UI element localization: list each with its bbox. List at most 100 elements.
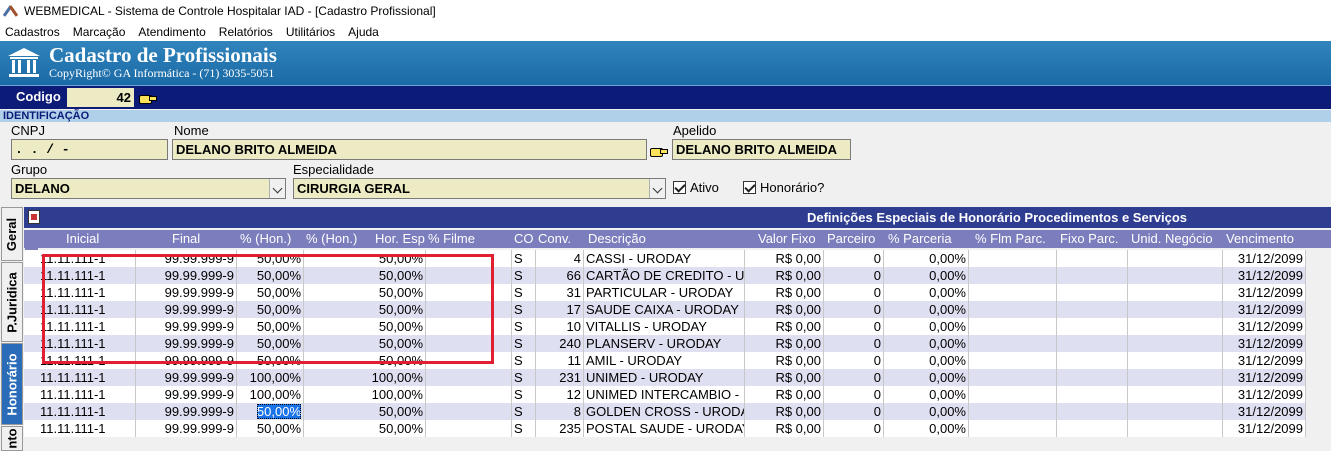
cell-conv[interactable]: 10 [536,318,584,335]
cell-flm[interactable] [969,369,1057,386]
cell-fixo[interactable] [1057,250,1128,267]
cell-descricao[interactable]: AMIL - URODAY [584,352,745,369]
menu-atendimento[interactable]: Atendimento [138,25,205,39]
cell-conv[interactable]: 235 [536,420,584,437]
cell-fixo[interactable] [1057,386,1128,403]
cell-vencimento[interactable]: 31/12/2099 [1223,301,1306,318]
cell-co[interactable]: S [512,267,536,284]
cell-vencimento[interactable]: 31/12/2099 [1223,267,1306,284]
cell-parceria[interactable]: 0,00% [884,352,969,369]
cell-hon1[interactable]: 50,00% [237,420,304,437]
cell-inicial[interactable]: 11.11.111-1 [38,386,136,403]
cell-parceiro[interactable]: 0 [824,352,884,369]
cell-unid[interactable] [1128,420,1223,437]
cell-flm[interactable] [969,335,1057,352]
cell-valor-fixo[interactable]: R$ 0,00 [745,352,824,369]
cell-conv[interactable]: 17 [536,301,584,318]
cell-valor-fixo[interactable]: R$ 0,00 [745,284,824,301]
cell-inicial[interactable]: 11.11.111-1 [38,420,136,437]
cell-parceria[interactable]: 0,00% [884,403,969,420]
cell-unid[interactable] [1128,386,1223,403]
col-descricao[interactable]: Descrição [588,231,646,246]
cell-fixo[interactable] [1057,403,1128,420]
cell-final[interactable]: 99.99.999-9 [136,403,237,420]
ativo-checkbox[interactable]: Ativo [673,180,719,195]
cell-hon2[interactable]: 100,00% [304,369,426,386]
cell-valor-fixo[interactable]: R$ 0,00 [745,386,824,403]
table-row[interactable]: 11.11.111-1 99.99.999-9 100,00% 100,00% S 12 U… [24,386,1306,403]
cell-final[interactable]: 99.99.999-9 [136,420,237,437]
cell-vencimento[interactable]: 31/12/2099 [1223,284,1306,301]
cell-descricao[interactable]: UNIMED - URODAY [584,369,745,386]
cell-filme[interactable] [426,403,512,420]
cell-hon2[interactable]: 50,00% [304,403,426,420]
col-hor-esp[interactable]: Hor. Esp [375,231,426,246]
col-valor-fixo[interactable]: Valor Fixo [758,231,816,246]
tab-honorario[interactable]: Honorário [1,343,23,425]
cell-flm[interactable] [969,250,1057,267]
chevron-down-icon[interactable] [649,179,665,198]
nome-field[interactable]: DELANO BRITO ALMEIDA [172,139,647,160]
selected-cell[interactable]: 50,00% [256,404,301,419]
cell-co[interactable]: S [512,250,536,267]
table-row[interactable]: 11.11.111-1 99.99.999-9 50,00% 50,00% S 8 GOLD… [24,403,1306,420]
cell-conv[interactable]: 12 [536,386,584,403]
cell-descricao[interactable]: PLANSERV - URODAY [584,335,745,352]
col-fixo-parc[interactable]: Fixo Parc. [1060,231,1119,246]
cell-descricao[interactable]: VITALLIS - URODAY [584,318,745,335]
cell-filme[interactable] [426,369,512,386]
grupo-select[interactable]: DELANO [11,178,286,199]
tab-nto[interactable]: nto [1,426,23,451]
cell-valor-fixo[interactable]: R$ 0,00 [745,420,824,437]
cell-unid[interactable] [1128,301,1223,318]
cell-conv[interactable]: 4 [536,250,584,267]
cell-vencimento[interactable]: 31/12/2099 [1223,352,1306,369]
cell-inicial[interactable]: 11.11.111-1 [38,369,136,386]
cell-fixo[interactable] [1057,369,1128,386]
cell-unid[interactable] [1128,250,1223,267]
cell-valor-fixo[interactable]: R$ 0,00 [745,335,824,352]
cell-vencimento[interactable]: 31/12/2099 [1223,386,1306,403]
cell-flm[interactable] [969,301,1057,318]
col-conv[interactable]: Conv. [538,231,571,246]
cell-co[interactable]: S [512,403,536,420]
cell-descricao[interactable]: PARTICULAR - URODAY [584,284,745,301]
col-hon1[interactable]: % (Hon.) [240,231,291,246]
cell-final[interactable]: 99.99.999-9 [136,386,237,403]
cell-fixo[interactable] [1057,352,1128,369]
cell-descricao[interactable]: CARTÃO DE CREDITO - U [584,267,745,284]
cell-parceiro[interactable]: 0 [824,386,884,403]
cell-unid[interactable] [1128,403,1223,420]
cell-flm[interactable] [969,318,1057,335]
checkbox-checked-icon[interactable] [673,181,686,194]
cell-hon1[interactable]: 100,00% [237,386,304,403]
cell-conv[interactable]: 240 [536,335,584,352]
cell-conv[interactable]: 31 [536,284,584,301]
cell-unid[interactable] [1128,284,1223,301]
cell-hon1[interactable]: 100,00% [237,369,304,386]
cell-co[interactable]: S [512,420,536,437]
grid-icon[interactable] [28,210,40,224]
col-final[interactable]: Final [172,231,200,246]
col-vencimento[interactable]: Vencimento [1226,231,1294,246]
cell-valor-fixo[interactable]: R$ 0,00 [745,301,824,318]
menu-marcacao[interactable]: Marcação [73,25,126,39]
cell-fixo[interactable] [1057,420,1128,437]
cell-fixo[interactable] [1057,335,1128,352]
cell-flm[interactable] [969,403,1057,420]
cell-parceria[interactable]: 0,00% [884,335,969,352]
cell-valor-fixo[interactable]: R$ 0,00 [745,403,824,420]
cell-flm[interactable] [969,352,1057,369]
cnpj-field[interactable]: . . / - [11,139,168,160]
cell-descricao[interactable]: CASSI - URODAY [584,250,745,267]
cell-parceiro[interactable]: 0 [824,318,884,335]
cell-vencimento[interactable]: 31/12/2099 [1223,369,1306,386]
cell-unid[interactable] [1128,318,1223,335]
chevron-down-icon[interactable] [269,179,285,198]
cell-fixo[interactable] [1057,284,1128,301]
col-flm-parc[interactable]: % Flm Parc. [975,231,1046,246]
tab-pjuridica[interactable]: P.Juridica [1,262,23,342]
col-unid-negocio[interactable]: Unid. Negócio [1131,231,1213,246]
honorario-checkbox[interactable]: Honorário? [743,180,824,195]
cell-valor-fixo[interactable]: R$ 0,00 [745,369,824,386]
